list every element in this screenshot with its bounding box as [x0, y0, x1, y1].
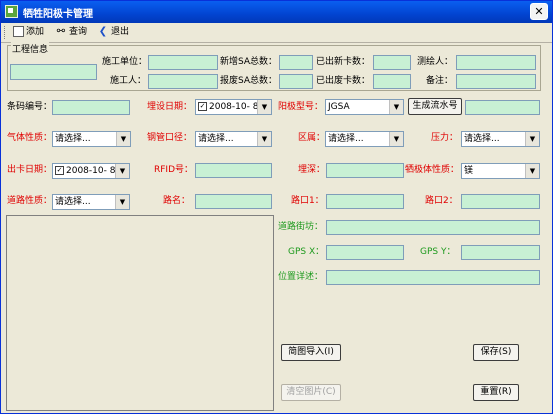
scrap-card-label: 已出废卡数：	[316, 76, 371, 86]
road2-field[interactable]	[461, 194, 540, 209]
query-label: 查询	[69, 27, 88, 37]
add-icon	[13, 26, 24, 37]
remark-label: 备注：	[426, 76, 454, 86]
rfid-field[interactable]	[195, 163, 272, 178]
road-name-label: 路名：	[163, 196, 191, 206]
checkmark-icon: ✓	[198, 102, 207, 111]
barcode-field[interactable]	[52, 100, 130, 115]
anode-material-label: 牺极体性质：	[405, 165, 460, 175]
gps-y-label: GPS Y：	[420, 247, 456, 257]
checkmark-icon: ✓	[55, 166, 64, 175]
pressure-select[interactable]: 请选择... ▼	[461, 131, 540, 147]
remark-field[interactable]	[456, 74, 536, 89]
road-type-value: 请选择...	[55, 197, 91, 207]
bury-date-label: 埋设日期：	[147, 102, 193, 112]
constructor-label: 施工人：	[110, 76, 147, 86]
surveyor-label: 测绘人：	[417, 57, 454, 67]
chevron-down-icon[interactable]: ▼	[525, 164, 539, 178]
road1-field[interactable]	[326, 194, 404, 209]
anode-material-value: 镁	[464, 166, 474, 176]
card-date-label: 出卡日期：	[7, 165, 53, 175]
construction-unit-field[interactable]	[148, 55, 218, 70]
serial-number-field[interactable]	[465, 100, 540, 115]
barcode-label: 条码编号：	[7, 102, 53, 112]
chevron-down-icon[interactable]: ▼	[257, 132, 271, 146]
lane-label: 道路街坊：	[278, 222, 324, 232]
chevron-down-icon[interactable]: ▼	[257, 100, 271, 114]
window-title: 牺牲阳极卡管理	[23, 9, 93, 20]
gps-x-field[interactable]	[326, 245, 404, 260]
chevron-down-icon[interactable]: ▼	[116, 132, 130, 146]
exit-button[interactable]: ❮ 退出	[97, 25, 129, 40]
save-button[interactable]: 保存(S)	[473, 344, 519, 361]
clear-picture-button[interactable]: 清空图片(C)	[281, 384, 341, 401]
construction-unit-label: 施工单位：	[102, 57, 148, 67]
toolbar: 添加 ⚯ 查询 ❮ 退出	[1, 23, 552, 43]
surveyor-field[interactable]	[456, 55, 536, 70]
location-label: 位置详述：	[278, 272, 324, 282]
query-button[interactable]: ⚯ 查询	[55, 25, 87, 40]
rfid-label: RFID号：	[154, 165, 194, 175]
location-field[interactable]	[326, 270, 540, 285]
pipe-select[interactable]: 请选择... ▼	[195, 131, 272, 147]
app-icon	[5, 5, 18, 18]
gps-y-field[interactable]	[461, 245, 540, 260]
gas-value: 请选择...	[55, 134, 91, 144]
anode-model-value: JGSA	[328, 102, 350, 112]
title-bar: 牺牲阳极卡管理 ✕	[1, 1, 552, 23]
anode-model-select[interactable]: JGSA ▼	[325, 99, 404, 115]
bury-date-value: 2008-10- 8	[209, 102, 259, 112]
pipe-value: 请选择...	[198, 134, 234, 144]
depth-label: 埋深：	[298, 165, 326, 175]
binoculars-icon: ⚯	[56, 26, 66, 37]
main-window: 牺牲阳极卡管理 ✕ 添加 ⚯ 查询 ❮ 退出 工程信息 施工单位： 施工人： 新增S…	[0, 0, 553, 414]
chevron-down-icon[interactable]: ▼	[115, 195, 129, 209]
scrap-sa-label: 报废SA总数：	[220, 76, 278, 86]
card-date-value: 2008-10- 8	[66, 166, 116, 176]
add-button[interactable]: 添加	[13, 25, 44, 40]
road-name-field[interactable]	[195, 194, 272, 209]
scrap-sa-field[interactable]	[279, 74, 313, 89]
card-date-picker[interactable]: ✓ 2008-10- 8 ▼	[52, 163, 130, 179]
import-diagram-button[interactable]: 简图导入(I)	[281, 344, 341, 361]
gas-select[interactable]: 请选择... ▼	[52, 131, 131, 147]
pressure-label: 压力：	[431, 133, 459, 143]
district-label: 区属：	[298, 133, 326, 143]
depth-field[interactable]	[326, 163, 404, 178]
project-name-field[interactable]	[10, 64, 97, 80]
add-label: 添加	[26, 27, 45, 37]
new-sa-label: 新增SA总数：	[220, 57, 278, 67]
road-type-select[interactable]: 请选择... ▼	[52, 194, 130, 210]
diagram-picture-box	[6, 215, 274, 411]
generate-serial-button[interactable]: 生成流水号	[408, 98, 462, 115]
road-type-label: 道路性质：	[7, 196, 53, 206]
chevron-down-icon[interactable]: ▼	[115, 164, 129, 178]
constructor-field[interactable]	[148, 74, 218, 89]
district-value: 请选择...	[328, 134, 364, 144]
new-card-label: 已出新卡数：	[316, 57, 371, 67]
back-arrow-icon: ❮	[98, 26, 108, 37]
district-select[interactable]: 请选择... ▼	[325, 131, 404, 147]
road1-label: 路口1：	[291, 196, 324, 206]
road2-label: 路口2：	[425, 196, 458, 206]
new-sa-field[interactable]	[279, 55, 313, 70]
close-button[interactable]: ✕	[530, 3, 548, 20]
new-card-field[interactable]	[373, 55, 411, 70]
pipe-label: 钢管口径：	[147, 133, 193, 143]
gas-label: 气体性质：	[7, 133, 53, 143]
anode-material-select[interactable]: 镁 ▼	[461, 163, 540, 179]
chevron-down-icon[interactable]: ▼	[389, 132, 403, 146]
anode-model-label: 阳极型号：	[278, 102, 324, 112]
chevron-down-icon[interactable]: ▼	[389, 100, 403, 114]
lane-field[interactable]	[326, 220, 540, 235]
exit-label: 退出	[111, 27, 130, 37]
bury-date-picker[interactable]: ✓ 2008-10- 8 ▼	[195, 99, 272, 115]
gps-x-label: GPS X：	[288, 247, 325, 257]
project-info-title: 工程信息	[11, 42, 50, 55]
reset-button[interactable]: 重置(R)	[473, 384, 519, 401]
chevron-down-icon[interactable]: ▼	[525, 132, 539, 146]
pressure-value: 请选择...	[464, 134, 500, 144]
toolbar-grip	[4, 26, 8, 39]
scrap-card-field[interactable]	[373, 74, 411, 89]
